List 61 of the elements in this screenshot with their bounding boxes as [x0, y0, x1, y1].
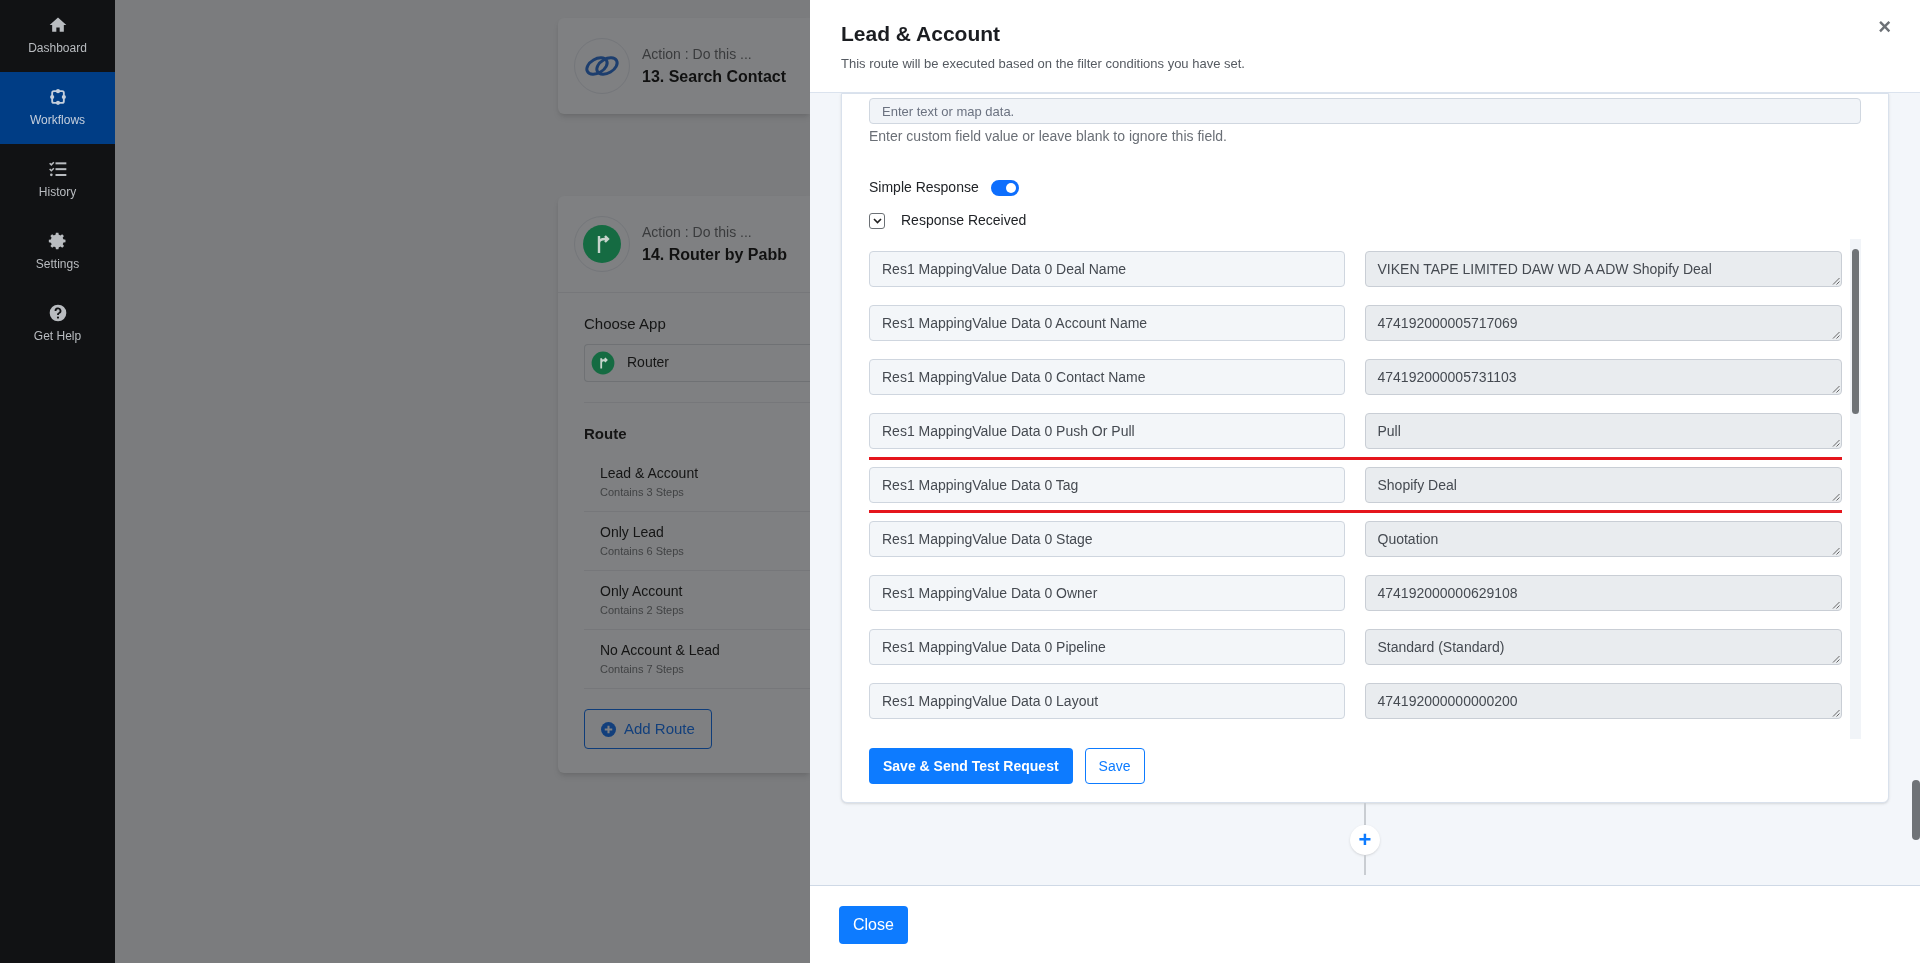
resize-grip-icon: [1832, 385, 1840, 393]
sidebar-item[interactable]: History: [0, 144, 115, 216]
resize-grip-icon: [1832, 493, 1840, 501]
value-textarea[interactable]: Standard (Standard): [1364, 629, 1842, 665]
router-icon: [591, 350, 615, 375]
resize-grip-icon: [1832, 547, 1840, 555]
mapping-label-field: Res1 MappingValue Data 0 Tag: [869, 467, 1345, 503]
resize-grip-icon: [1832, 439, 1840, 447]
panel-subtitle: This route will be executed based on the filter conditions you have set.: [841, 54, 1245, 73]
field-label: Choose App: [584, 314, 667, 334]
sidebar-item[interactable]: Dashboard: [0, 0, 115, 72]
value-textarea[interactable]: Quotation: [1364, 521, 1842, 557]
toggle-label: Simple Response: [869, 178, 979, 197]
section-label: Response Received: [901, 211, 1027, 230]
help-icon: [47, 303, 68, 323]
mapping-label-field: Res1 MappingValue Data 0 Account Name: [869, 305, 1345, 341]
save-and-test-button[interactable]: Save & Send Test Request: [869, 748, 1073, 784]
step-title: 14. Router by Pabb: [642, 244, 787, 265]
app-select[interactable]: Router: [584, 343, 810, 382]
mapping-label-field: Res1 MappingValue Data 0 Push Or Pull: [869, 413, 1345, 449]
checklist-icon: [47, 159, 68, 179]
mapping-label-field: Res1 MappingValue Data 0 Stage: [869, 521, 1345, 557]
sidebar-item[interactable]: Workflows: [0, 72, 115, 144]
resize-grip-icon: [1832, 601, 1840, 609]
value-textarea[interactable]: Pull: [1364, 413, 1842, 449]
mapping-label-field: Res1 MappingValue Data 0 Owner: [869, 575, 1345, 611]
mapping-label-field: Res1 MappingValue Data 0 Pipeline: [869, 629, 1345, 665]
mapping-label-field: Res1 MappingValue Data 0 Deal Name: [869, 251, 1345, 287]
step-caption: Action : Do this ...: [642, 44, 753, 64]
step-title: 13. Search Contact: [642, 66, 787, 87]
input-field[interactable]: Enter text or map data.: [869, 98, 1861, 124]
settings-icon: [47, 231, 68, 251]
chevron-down-icon: [872, 217, 882, 224]
page-scrollbar[interactable]: [1912, 780, 1920, 840]
sidebar-item[interactable]: Get Help: [0, 288, 115, 360]
save-button[interactable]: Save: [1084, 748, 1145, 784]
section-heading: Route: [584, 423, 628, 444]
expand-toggle[interactable]: [869, 212, 885, 229]
close-button[interactable]: Close: [839, 905, 908, 944]
resize-grip-icon: [1832, 277, 1840, 285]
value-textarea[interactable]: 474192000000000200: [1364, 683, 1842, 719]
sidebar-item[interactable]: Settings: [0, 216, 115, 288]
value-textarea[interactable]: VIKEN TAPE LIMITED DAW WD A ADW Shopify Deal: [1364, 251, 1842, 287]
panel-title: Lead & Account: [841, 21, 1002, 47]
home-icon: [47, 15, 68, 35]
mapping-label-field: Res1 MappingValue Data 0 Layout: [869, 683, 1345, 719]
value-textarea[interactable]: 474192000005717069: [1364, 305, 1842, 341]
value-textarea[interactable]: 474192000005731103: [1364, 359, 1842, 395]
workflow-icon: [47, 87, 68, 107]
resize-grip-icon: [1832, 709, 1840, 717]
scrollbar[interactable]: [1850, 239, 1861, 739]
resize-grip-icon: [1832, 655, 1840, 663]
mapping-label-field: Res1 MappingValue Data 0 Contact Name: [869, 359, 1345, 395]
help-text: Enter custom field value or leave blank to ignore this field.: [869, 127, 1228, 146]
add-step-button[interactable]: +: [1350, 825, 1380, 855]
step-caption: Action : Do this ...: [642, 222, 753, 242]
value-textarea[interactable]: Shopify Deal: [1364, 467, 1842, 503]
resize-grip-icon: [1832, 331, 1840, 339]
plus-circle-icon: [601, 721, 616, 737]
toggle-switch[interactable]: [990, 179, 1019, 196]
value-textarea[interactable]: 474192000000629108: [1364, 575, 1842, 611]
